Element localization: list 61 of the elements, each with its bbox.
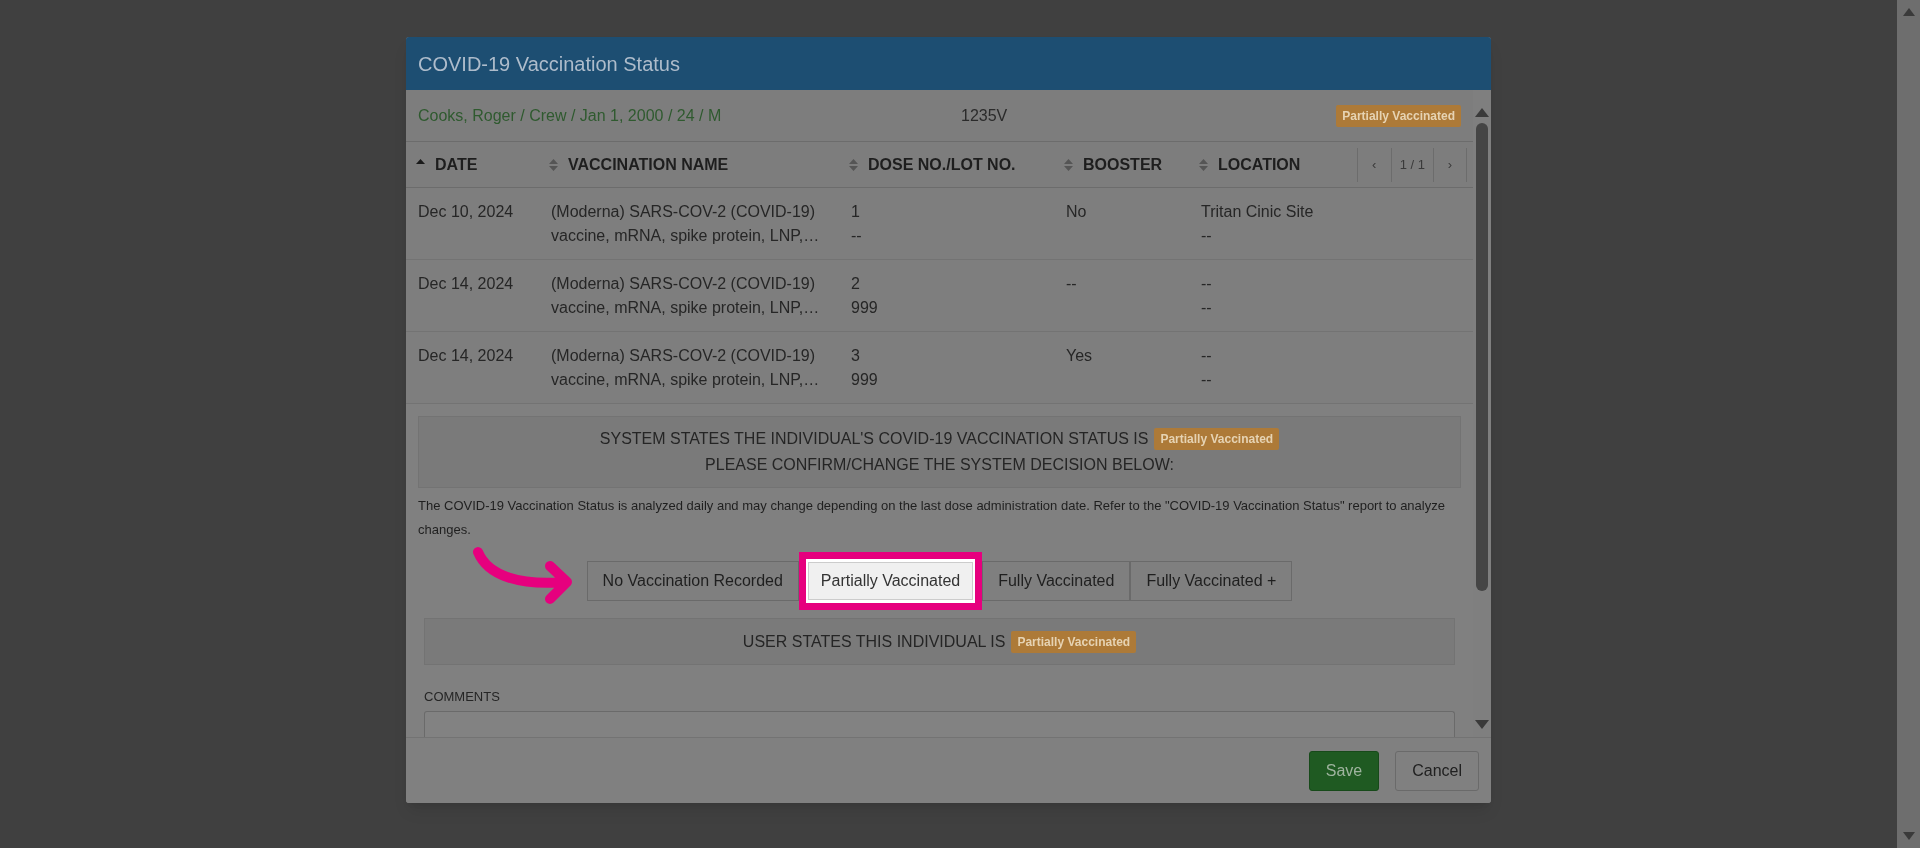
table-cell-text: (Moderna) SARS-COV-2 (COVID-19) bbox=[551, 202, 817, 222]
status-option-button[interactable]: Fully Vaccinated + bbox=[1130, 561, 1293, 601]
sort-icon[interactable] bbox=[1064, 158, 1073, 171]
patient-info: Cooks, Roger / Crew / Jan 1, 2000 / 24 / M bbox=[418, 105, 722, 126]
table-cell-text: vaccine, mRNA, spike protein, LNP,… bbox=[551, 298, 821, 318]
status-option-button[interactable]: Partially Vaccinated bbox=[807, 562, 974, 600]
scroll-up-icon[interactable] bbox=[1475, 108, 1489, 117]
page-indicator: 1 / 1 bbox=[1398, 155, 1426, 174]
table-cell-text: -- bbox=[1201, 346, 1213, 366]
table-cell-text: 999 bbox=[851, 370, 879, 390]
table-cell-text: Dec 14, 2024 bbox=[418, 346, 515, 366]
table-cell-text: Yes bbox=[1066, 346, 1094, 366]
info-note: The COVID-19 Vaccination Status is analyzed daily and may change depending on the last dose administration date. Refer to the "COVID-19 Vaccination Status" report to analyze changes. bbox=[418, 497, 1446, 539]
status-badge: Partially Vaccinated bbox=[1011, 630, 1137, 653]
status-badge: Partially Vaccinated bbox=[1154, 428, 1280, 450]
next-page-button[interactable]: › bbox=[1433, 147, 1467, 182]
table-cell-text: 999 bbox=[851, 298, 879, 318]
status-option-button[interactable]: No Vaccination Recorded bbox=[586, 561, 799, 601]
column-header[interactable]: DOSE NO./LOT NO. bbox=[868, 152, 1016, 177]
sort-icon[interactable] bbox=[1199, 158, 1208, 171]
table-cell-text: -- bbox=[1201, 226, 1213, 246]
table-cell-text: -- bbox=[1201, 298, 1213, 318]
table-cell-text: 2 bbox=[851, 274, 861, 294]
table-cell-text: Tritan Cinic Site bbox=[1201, 202, 1315, 222]
table-row[interactable]: Dec 14, 2024 (Moderna) SARS-COV-2 (COVID-19) vaccine, mRNA, spike protein, LNP,… 3 999 Yes -- -- bbox=[406, 332, 1473, 404]
column-header[interactable]: BOOSTER bbox=[1083, 152, 1163, 177]
comments-label: COMMENTS bbox=[424, 688, 501, 706]
scroll-up-icon[interactable] bbox=[1902, 8, 1915, 16]
table-cell-text: -- bbox=[851, 226, 863, 246]
system-status-text: SYSTEM STATES THE INDIVIDUAL'S COVID-19 VACCINATION STATUS IS bbox=[599, 429, 1149, 449]
column-header[interactable]: VACCINATION NAME bbox=[568, 152, 729, 177]
table-cell-text: vaccine, mRNA, spike protein, LNP,… bbox=[551, 226, 821, 246]
table-cell-text: Dec 10, 2024 bbox=[418, 202, 515, 222]
table-row[interactable]: Dec 10, 2024 (Moderna) SARS-COV-2 (COVID-19) vaccine, mRNA, spike protein, LNP,… 1 -- No Tritan Cinic Site -- bbox=[406, 188, 1473, 260]
dialog-title: COVID-19 Vaccination Status bbox=[418, 51, 680, 77]
user-status-text: USER STATES THIS INDIVIDUAL IS bbox=[742, 631, 1006, 652]
status-option-button[interactable]: Fully Vaccinated bbox=[982, 561, 1131, 601]
table-cell-text: -- bbox=[1066, 274, 1078, 294]
table-cell-text: Dec 14, 2024 bbox=[418, 274, 515, 294]
table-cell-text: vaccine, mRNA, spike protein, LNP,… bbox=[551, 370, 821, 390]
record-id: 1235V bbox=[961, 105, 1008, 126]
sort-icon[interactable] bbox=[849, 158, 858, 171]
table-cell-text: 3 bbox=[851, 346, 861, 366]
table-cell-text: -- bbox=[1201, 274, 1213, 294]
table-cell-text: (Moderna) SARS-COV-2 (COVID-19) bbox=[551, 346, 817, 366]
scrollbar-thumb[interactable] bbox=[1476, 123, 1488, 591]
status-badge: Partially Vaccinated bbox=[1336, 104, 1461, 127]
table-cell-text: -- bbox=[1201, 370, 1213, 390]
sort-icon[interactable] bbox=[549, 158, 558, 171]
confirm-prompt: PLEASE CONFIRM/CHANGE THE SYSTEM DECISION BELOW: bbox=[705, 455, 1174, 475]
save-button[interactable]: Save bbox=[1308, 750, 1380, 791]
cancel-button[interactable]: Cancel bbox=[1395, 750, 1479, 791]
column-header[interactable]: DATE bbox=[435, 152, 478, 177]
table-cell-text: No bbox=[1066, 202, 1088, 222]
column-header[interactable]: LOCATION bbox=[1218, 152, 1301, 177]
previous-page-button[interactable]: ‹ bbox=[1357, 147, 1392, 182]
table-row[interactable]: Dec 14, 2024 (Moderna) SARS-COV-2 (COVID-19) vaccine, mRNA, spike protein, LNP,… 2 999 -- -- -- bbox=[406, 260, 1473, 332]
scroll-down-icon[interactable] bbox=[1902, 832, 1915, 840]
table-cell-text: (Moderna) SARS-COV-2 (COVID-19) bbox=[551, 274, 817, 294]
table-cell-text: 1 bbox=[851, 202, 861, 222]
scroll-down-icon[interactable] bbox=[1475, 720, 1489, 729]
